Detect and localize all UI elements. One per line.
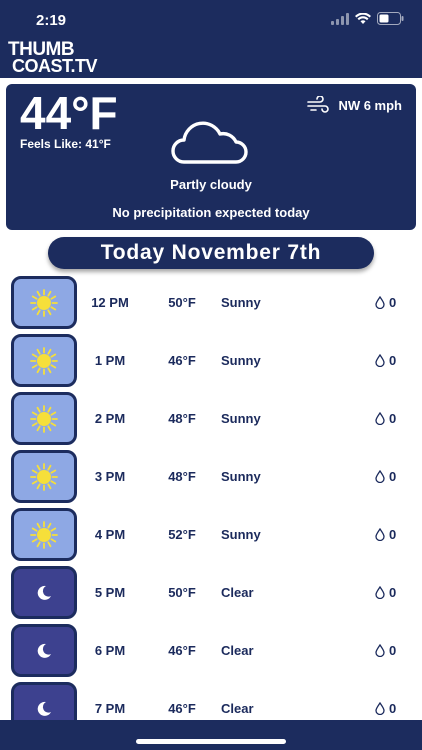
hour-precipitation: 0 xyxy=(375,527,396,542)
precip-value: 0 xyxy=(389,585,397,600)
sun-icon xyxy=(29,288,59,318)
hour-precipitation: 0 xyxy=(375,585,396,600)
hour-time: 2 PM xyxy=(94,411,126,426)
wifi-icon xyxy=(355,12,371,24)
raindrop-icon xyxy=(375,470,385,483)
wind-text: NW 6 mph xyxy=(338,97,402,113)
moon-icon xyxy=(35,700,53,718)
hour-temperature: 48°F xyxy=(168,411,196,426)
bottom-bar xyxy=(0,720,422,750)
raindrop-icon xyxy=(375,412,385,425)
hourly-row: 6 PM 46°F Clear 0 xyxy=(0,622,422,680)
hour-precipitation: 0 xyxy=(375,469,396,484)
status-icons xyxy=(331,12,404,25)
status-time: 2:19 xyxy=(36,12,67,29)
hour-temperature: 52°F xyxy=(168,527,196,542)
hour-precipitation: 0 xyxy=(375,295,396,310)
hour-time: 3 PM xyxy=(94,469,126,484)
hour-condition: Sunny xyxy=(221,469,261,484)
current-condition: Partly cloudy xyxy=(170,177,252,192)
sun-icon-tile xyxy=(11,450,77,503)
hour-time: 4 PM xyxy=(94,527,126,542)
hour-time: 5 PM xyxy=(94,585,126,600)
hour-temperature: 50°F xyxy=(168,585,196,600)
sun-icon xyxy=(29,404,59,434)
precip-value: 0 xyxy=(389,411,397,426)
sun-icon-tile xyxy=(11,334,77,387)
hour-time: 7 PM xyxy=(94,701,126,716)
hour-temperature: 46°F xyxy=(168,353,196,368)
app-header: 2:19 THUMB COAST.TV xyxy=(0,0,422,78)
sun-icon xyxy=(29,346,59,376)
thumbcoast-logo: THUMB COAST.TV xyxy=(8,40,98,76)
hour-condition: Clear xyxy=(221,701,254,716)
hourly-row: 4 PM 52°F Sunny 0 xyxy=(0,506,422,564)
hour-temperature: 48°F xyxy=(168,469,196,484)
precipitation-summary: No precipitation expected today xyxy=(112,205,310,220)
raindrop-icon xyxy=(375,702,385,715)
precip-value: 0 xyxy=(389,643,397,658)
hour-time: 1 PM xyxy=(94,353,126,368)
precip-value: 0 xyxy=(389,295,397,310)
raindrop-icon xyxy=(375,528,385,541)
hour-precipitation: 0 xyxy=(375,701,396,716)
hour-temperature: 46°F xyxy=(168,643,196,658)
wind-info: NW 6 mph xyxy=(306,96,402,114)
sun-icon xyxy=(29,462,59,492)
hour-temperature: 50°F xyxy=(168,295,196,310)
moon-icon-tile xyxy=(11,566,77,619)
raindrop-icon xyxy=(375,296,385,309)
wind-icon xyxy=(307,96,330,113)
feels-like: Feels Like: 41°F xyxy=(20,137,111,151)
hour-condition: Clear xyxy=(221,585,254,600)
hourly-row: 1 PM 46°F Sunny 0 xyxy=(0,332,422,390)
hour-condition: Sunny xyxy=(221,411,261,426)
date-heading: Today November 7th xyxy=(48,237,374,269)
hourly-row: 5 PM 50°F Clear 0 xyxy=(0,564,422,622)
precip-value: 0 xyxy=(389,353,397,368)
hour-condition: Sunny xyxy=(221,295,261,310)
raindrop-icon xyxy=(375,354,385,367)
current-conditions-card: 44°F Feels Like: 41°F NW 6 mph Partly cl… xyxy=(6,84,416,230)
hour-condition: Sunny xyxy=(221,353,261,368)
hour-time: 12 PM xyxy=(91,295,129,310)
logo-line-2: COAST.TV xyxy=(12,56,98,76)
moon-icon xyxy=(35,584,53,602)
hourly-row: 2 PM 48°F Sunny 0 xyxy=(0,390,422,448)
moon-icon-tile xyxy=(11,624,77,677)
raindrop-icon xyxy=(375,644,385,657)
hour-condition: Sunny xyxy=(221,527,261,542)
sun-icon-tile xyxy=(11,276,77,329)
precip-value: 0 xyxy=(389,527,397,542)
sun-icon-tile xyxy=(11,392,77,445)
hour-precipitation: 0 xyxy=(375,353,396,368)
hour-condition: Clear xyxy=(221,643,254,658)
precip-value: 0 xyxy=(389,469,397,484)
signal-icon xyxy=(331,12,349,25)
hour-precipitation: 0 xyxy=(375,643,396,658)
sun-icon-tile xyxy=(11,508,77,561)
raindrop-icon xyxy=(375,586,385,599)
cloud-icon xyxy=(171,121,248,164)
hour-temperature: 46°F xyxy=(168,701,196,716)
sun-icon xyxy=(29,520,59,550)
hour-time: 6 PM xyxy=(94,643,126,658)
home-indicator[interactable] xyxy=(136,739,286,744)
moon-icon xyxy=(35,642,53,660)
current-temperature: 44°F xyxy=(20,87,118,139)
precip-value: 0 xyxy=(389,701,397,716)
battery-icon xyxy=(377,12,404,25)
hour-precipitation: 0 xyxy=(375,411,396,426)
hourly-row: 12 PM 50°F Sunny 0 xyxy=(0,274,422,332)
hourly-row: 3 PM 48°F Sunny 0 xyxy=(0,448,422,506)
